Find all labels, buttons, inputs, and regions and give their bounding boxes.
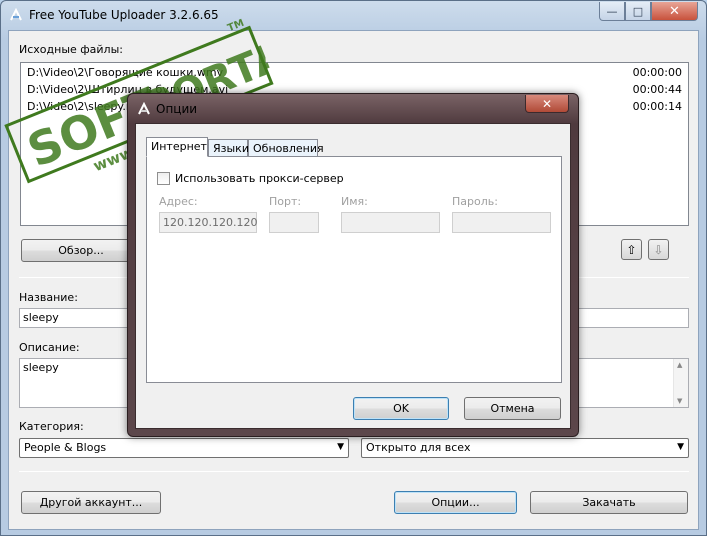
arrow-down-icon: ⇩ [653,242,664,257]
tab-panel-internet: Использовать прокси-сервер Адрес: 120.12… [146,156,562,383]
description-label: Описание: [19,341,80,354]
move-up-button[interactable]: ⇧ [621,239,642,260]
file-duration: 00:00:44 [632,83,682,96]
source-files-label: Исходные файлы: [19,43,123,56]
other-account-button[interactable]: Другой аккаунт... [21,491,161,514]
close-button[interactable]: ✕ [651,2,698,21]
file-path: D:\Video\2\Говорящие кошки.wmv [27,66,224,79]
dialog-client-area: Интернет Языки Обновления Использовать п… [135,123,571,429]
dialog-app-icon [138,102,150,115]
username-input[interactable] [341,212,440,233]
minimize-icon: — [606,4,618,18]
browse-button[interactable]: Обзор... [21,239,141,262]
port-input[interactable] [269,212,319,233]
maximize-icon: □ [632,4,644,18]
description-text: sleepy [23,361,59,374]
chevron-down-icon: ▼ [677,442,684,452]
description-scrollbar[interactable]: ▲ ▼ [673,359,688,407]
scroll-down-icon: ▼ [677,397,683,405]
name-label: Название: [19,291,78,304]
maximize-button[interactable]: □ [625,2,651,21]
privacy-select[interactable]: Открыто для всех ▼ [361,438,689,458]
file-duration: 00:00:14 [632,100,682,113]
options-dialog: Опции ✕ Интернет Языки Обновления Исполь… [127,93,579,437]
dialog-title: Опции [156,102,198,116]
chevron-down-icon: ▼ [337,442,344,452]
arrow-up-icon: ⇧ [626,242,637,257]
dialog-close-button[interactable]: ✕ [525,95,569,113]
address-label: Адрес: [159,195,198,208]
window-title: Free YouTube Uploader 3.2.6.65 [29,8,219,22]
category-select[interactable]: People & Blogs ▼ [19,438,349,458]
scroll-up-icon: ▲ [677,361,683,369]
tab-internet[interactable]: Интернет [146,137,208,157]
file-path: D:\Video\2\sleepy.m [27,100,137,113]
ok-button[interactable]: OK [353,397,449,420]
category-value: People & Blogs [24,441,107,454]
username-label: Имя: [341,195,368,208]
app-icon [10,8,22,21]
password-input[interactable] [452,212,551,233]
port-label: Порт: [269,195,302,208]
use-proxy-checkbox[interactable] [157,172,170,185]
cancel-button[interactable]: Отмена [464,397,561,420]
close-icon: ✕ [541,96,553,111]
move-down-button[interactable]: ⇩ [648,239,669,260]
divider [19,471,689,472]
file-duration: 00:00:00 [632,66,682,79]
category-label: Категория: [19,420,84,433]
options-button[interactable]: Опции... [394,491,517,514]
privacy-value: Открыто для всех [366,441,471,454]
password-label: Пароль: [452,195,498,208]
minimize-button[interactable]: — [599,2,625,21]
use-proxy-label: Использовать прокси-сервер [175,172,344,185]
list-item[interactable]: D:\Video\2\Говорящие кошки.wmv 00:00:00 [27,66,682,83]
address-input[interactable]: 120.120.120.120 [159,212,257,233]
upload-button[interactable]: Закачать [530,491,688,514]
title-bar[interactable]: Free YouTube Uploader 3.2.6.65 — □ ✕ [1,1,706,29]
close-icon: ✕ [669,3,680,19]
